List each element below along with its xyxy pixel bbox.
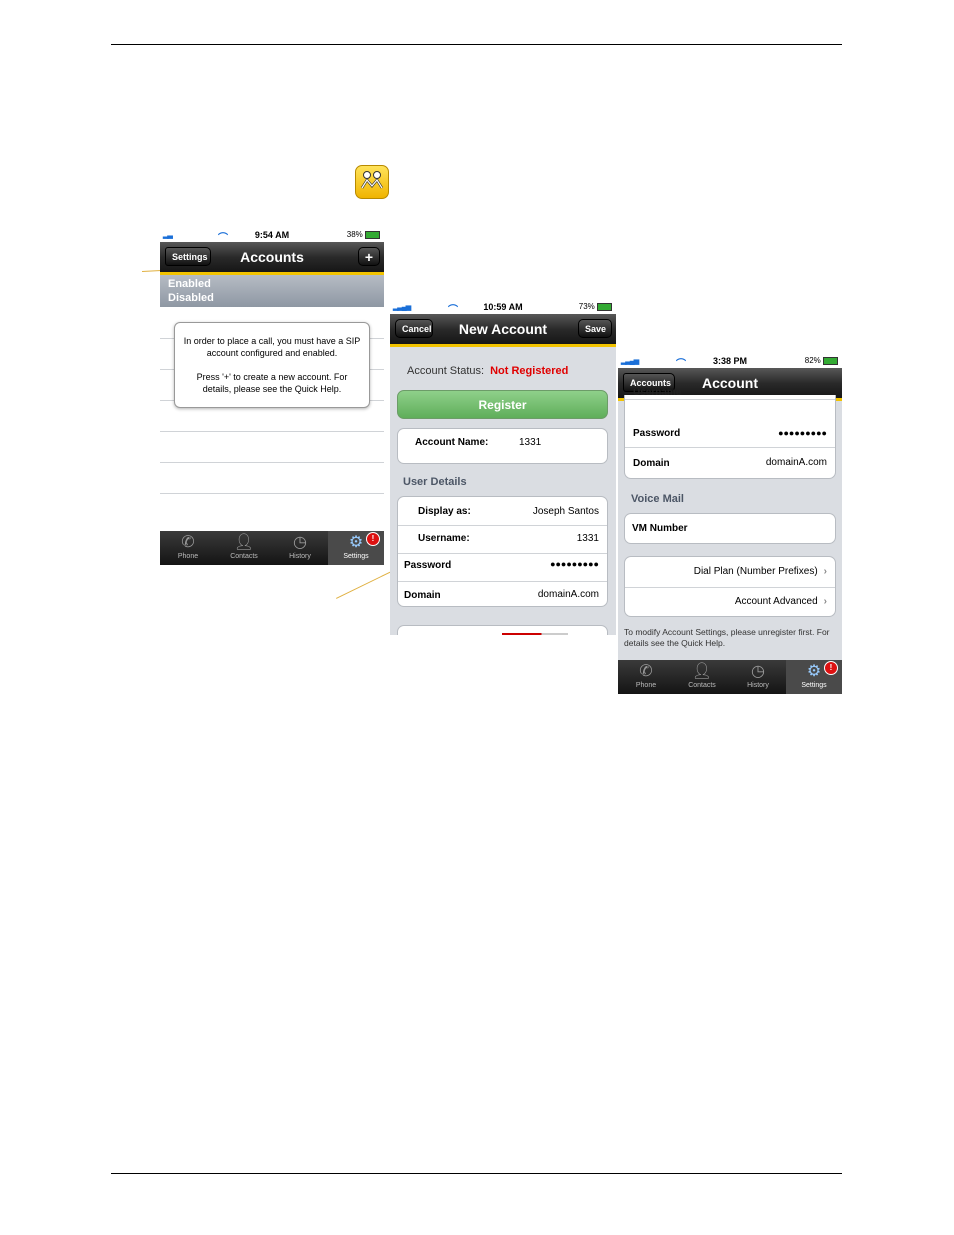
dial-plan-label: Dial Plan (Number Prefixes) (693, 566, 818, 577)
navigation-bar: Settings Accounts + (160, 242, 384, 275)
user-details-group: Display as: Joseph Santos Username: 1331… (397, 496, 608, 607)
legend-enabled: Enabled (168, 278, 211, 290)
tab-phone[interactable]: ✆ Phone (618, 660, 674, 694)
navigation-bar: Cancel New Account Save (390, 314, 616, 347)
domain-label: Domain (404, 590, 441, 601)
help-message-line2: Press '+' to create a new account. For d… (196, 372, 348, 394)
tab-contacts[interactable]: 👤︎ Contacts (216, 531, 272, 565)
add-account-button[interactable]: + (358, 247, 380, 266)
dial-plan-row[interactable]: Dial Plan (Number Prefixes) › (625, 557, 835, 587)
contacts-icon: 👤︎ (233, 534, 255, 551)
domain-value: domainA.com (537, 589, 599, 600)
chevron-right-icon: › (823, 596, 827, 607)
alert-badge: ! (824, 661, 838, 675)
account-name-value: 1331 (519, 437, 542, 448)
tab-bar: ✆ Phone 👤︎ Contacts ◷ History ⚙ Settings… (160, 531, 384, 565)
account-advanced-label: Account Advanced (734, 596, 818, 607)
vm-number-label: VM Number (632, 523, 688, 534)
status-bar: ▂▃▄▅ ⌒ 10:59 AM 73% (390, 301, 616, 316)
password-value: ●●●●●●●●● (778, 428, 827, 438)
username-row[interactable]: Username: 1331 (398, 525, 607, 553)
alert-badge: ! (366, 532, 380, 546)
username-label: Username: (418, 533, 470, 544)
domain-row[interactable]: Domain domainA.com (398, 581, 607, 608)
status-legend: Enabled Disabled (160, 275, 384, 307)
account-status-value: Not Registered (490, 365, 569, 377)
history-icon: ◷ (293, 534, 307, 551)
page-title: Accounts (240, 249, 304, 265)
account-advanced-row[interactable]: Account Advanced › (625, 587, 835, 618)
display-as-row[interactable]: Display as: Joseph Santos (398, 497, 607, 525)
contacts-icon: 👤︎ (691, 663, 713, 680)
accounts-screen: ▂▃ ⌒ 9:54 AM 38% Settings Accounts + Ena… (160, 229, 384, 565)
voice-mail-header: Voice Mail (631, 493, 684, 505)
password-row[interactable]: Password ●●●●●●●●● (625, 399, 835, 447)
battery-level: 38% (347, 230, 380, 239)
password-value: ●●●●●●●●● (550, 559, 599, 569)
password-row[interactable]: Password ●●●●●●●●● (398, 553, 607, 581)
callout-line-password (336, 569, 394, 599)
header-rule (111, 44, 842, 45)
account-name-group: Account Name: 1331 (397, 428, 608, 464)
new-account-screen: ▂▃▄▅ ⌒ 10:59 AM 73% Cancel New Account S… (390, 301, 616, 635)
save-button[interactable]: Save (578, 319, 612, 338)
status-bar: ▂▃▄▅ ⌒ 3:38 PM 82% (618, 355, 842, 370)
username-value: 1331 (576, 533, 599, 544)
help-message-box: In order to place a call, you must have … (174, 322, 370, 408)
domain-row[interactable]: Domain domainA.com (625, 447, 835, 479)
tab-settings[interactable]: ⚙ Settings ! (328, 531, 384, 565)
advanced-group: Dial Plan (Number Prefixes) › Account Adv… (624, 556, 836, 617)
legend-disabled: Disabled (168, 292, 214, 304)
user-details-header: User Details (403, 476, 467, 488)
history-icon: ◷ (751, 663, 765, 680)
phone-icon: ✆ (639, 663, 653, 680)
tab-contacts[interactable]: 👤︎ Contacts (674, 660, 730, 694)
password-label: Password (633, 428, 681, 439)
vm-number-row[interactable]: VM Number (625, 514, 835, 545)
register-button[interactable]: Register (397, 390, 608, 419)
status-bar: ▂▃ ⌒ 9:54 AM 38% (160, 229, 384, 244)
password-label: Password (404, 560, 452, 571)
battery-level: 82% (805, 356, 838, 365)
partial-red-bar (502, 633, 568, 635)
account-screen: ▂▃▄▅ ⌒ 3:38 PM 82% Accounts Account User… (618, 355, 842, 694)
tab-history[interactable]: ◷ History (730, 660, 786, 694)
voice-mail-group: VM Number (624, 513, 836, 544)
partial-group (397, 625, 608, 635)
help-message-line1: In order to place a call, you must have … (183, 336, 361, 358)
tab-settings[interactable]: ⚙ Settings ! (786, 660, 842, 694)
phone-icon: ✆ (181, 534, 195, 551)
bria-app-icon (355, 165, 389, 199)
battery-icon (365, 230, 380, 239)
account-status: Account Status: Not Registered (407, 365, 568, 377)
account-status-label: Account Status: (407, 365, 485, 377)
tab-history[interactable]: ◷ History (272, 531, 328, 565)
display-as-value: Joseph Santos (532, 506, 599, 517)
footer-rule (111, 1173, 842, 1174)
footer-note: To modify Account Settings, please unreg… (624, 627, 830, 648)
tab-bar: ✆ Phone 👤︎ Contacts ◷ History ⚙ Settings… (618, 660, 842, 694)
username-row-partial: Username (633, 389, 682, 398)
account-name-label: Account Name: (415, 437, 489, 448)
domain-label: Domain (633, 458, 670, 469)
battery-icon (597, 302, 612, 311)
account-name-row[interactable]: Account Name: 1331 (398, 429, 607, 465)
credentials-group: Username Password ●●●●●●●●● Domain domai… (624, 389, 836, 479)
battery-level: 73% (579, 302, 612, 311)
chevron-right-icon: › (823, 566, 827, 577)
domain-value: domainA.com (765, 457, 827, 468)
display-as-label: Display as: (418, 506, 471, 517)
battery-icon (823, 356, 838, 365)
tab-phone[interactable]: ✆ Phone (160, 531, 216, 565)
